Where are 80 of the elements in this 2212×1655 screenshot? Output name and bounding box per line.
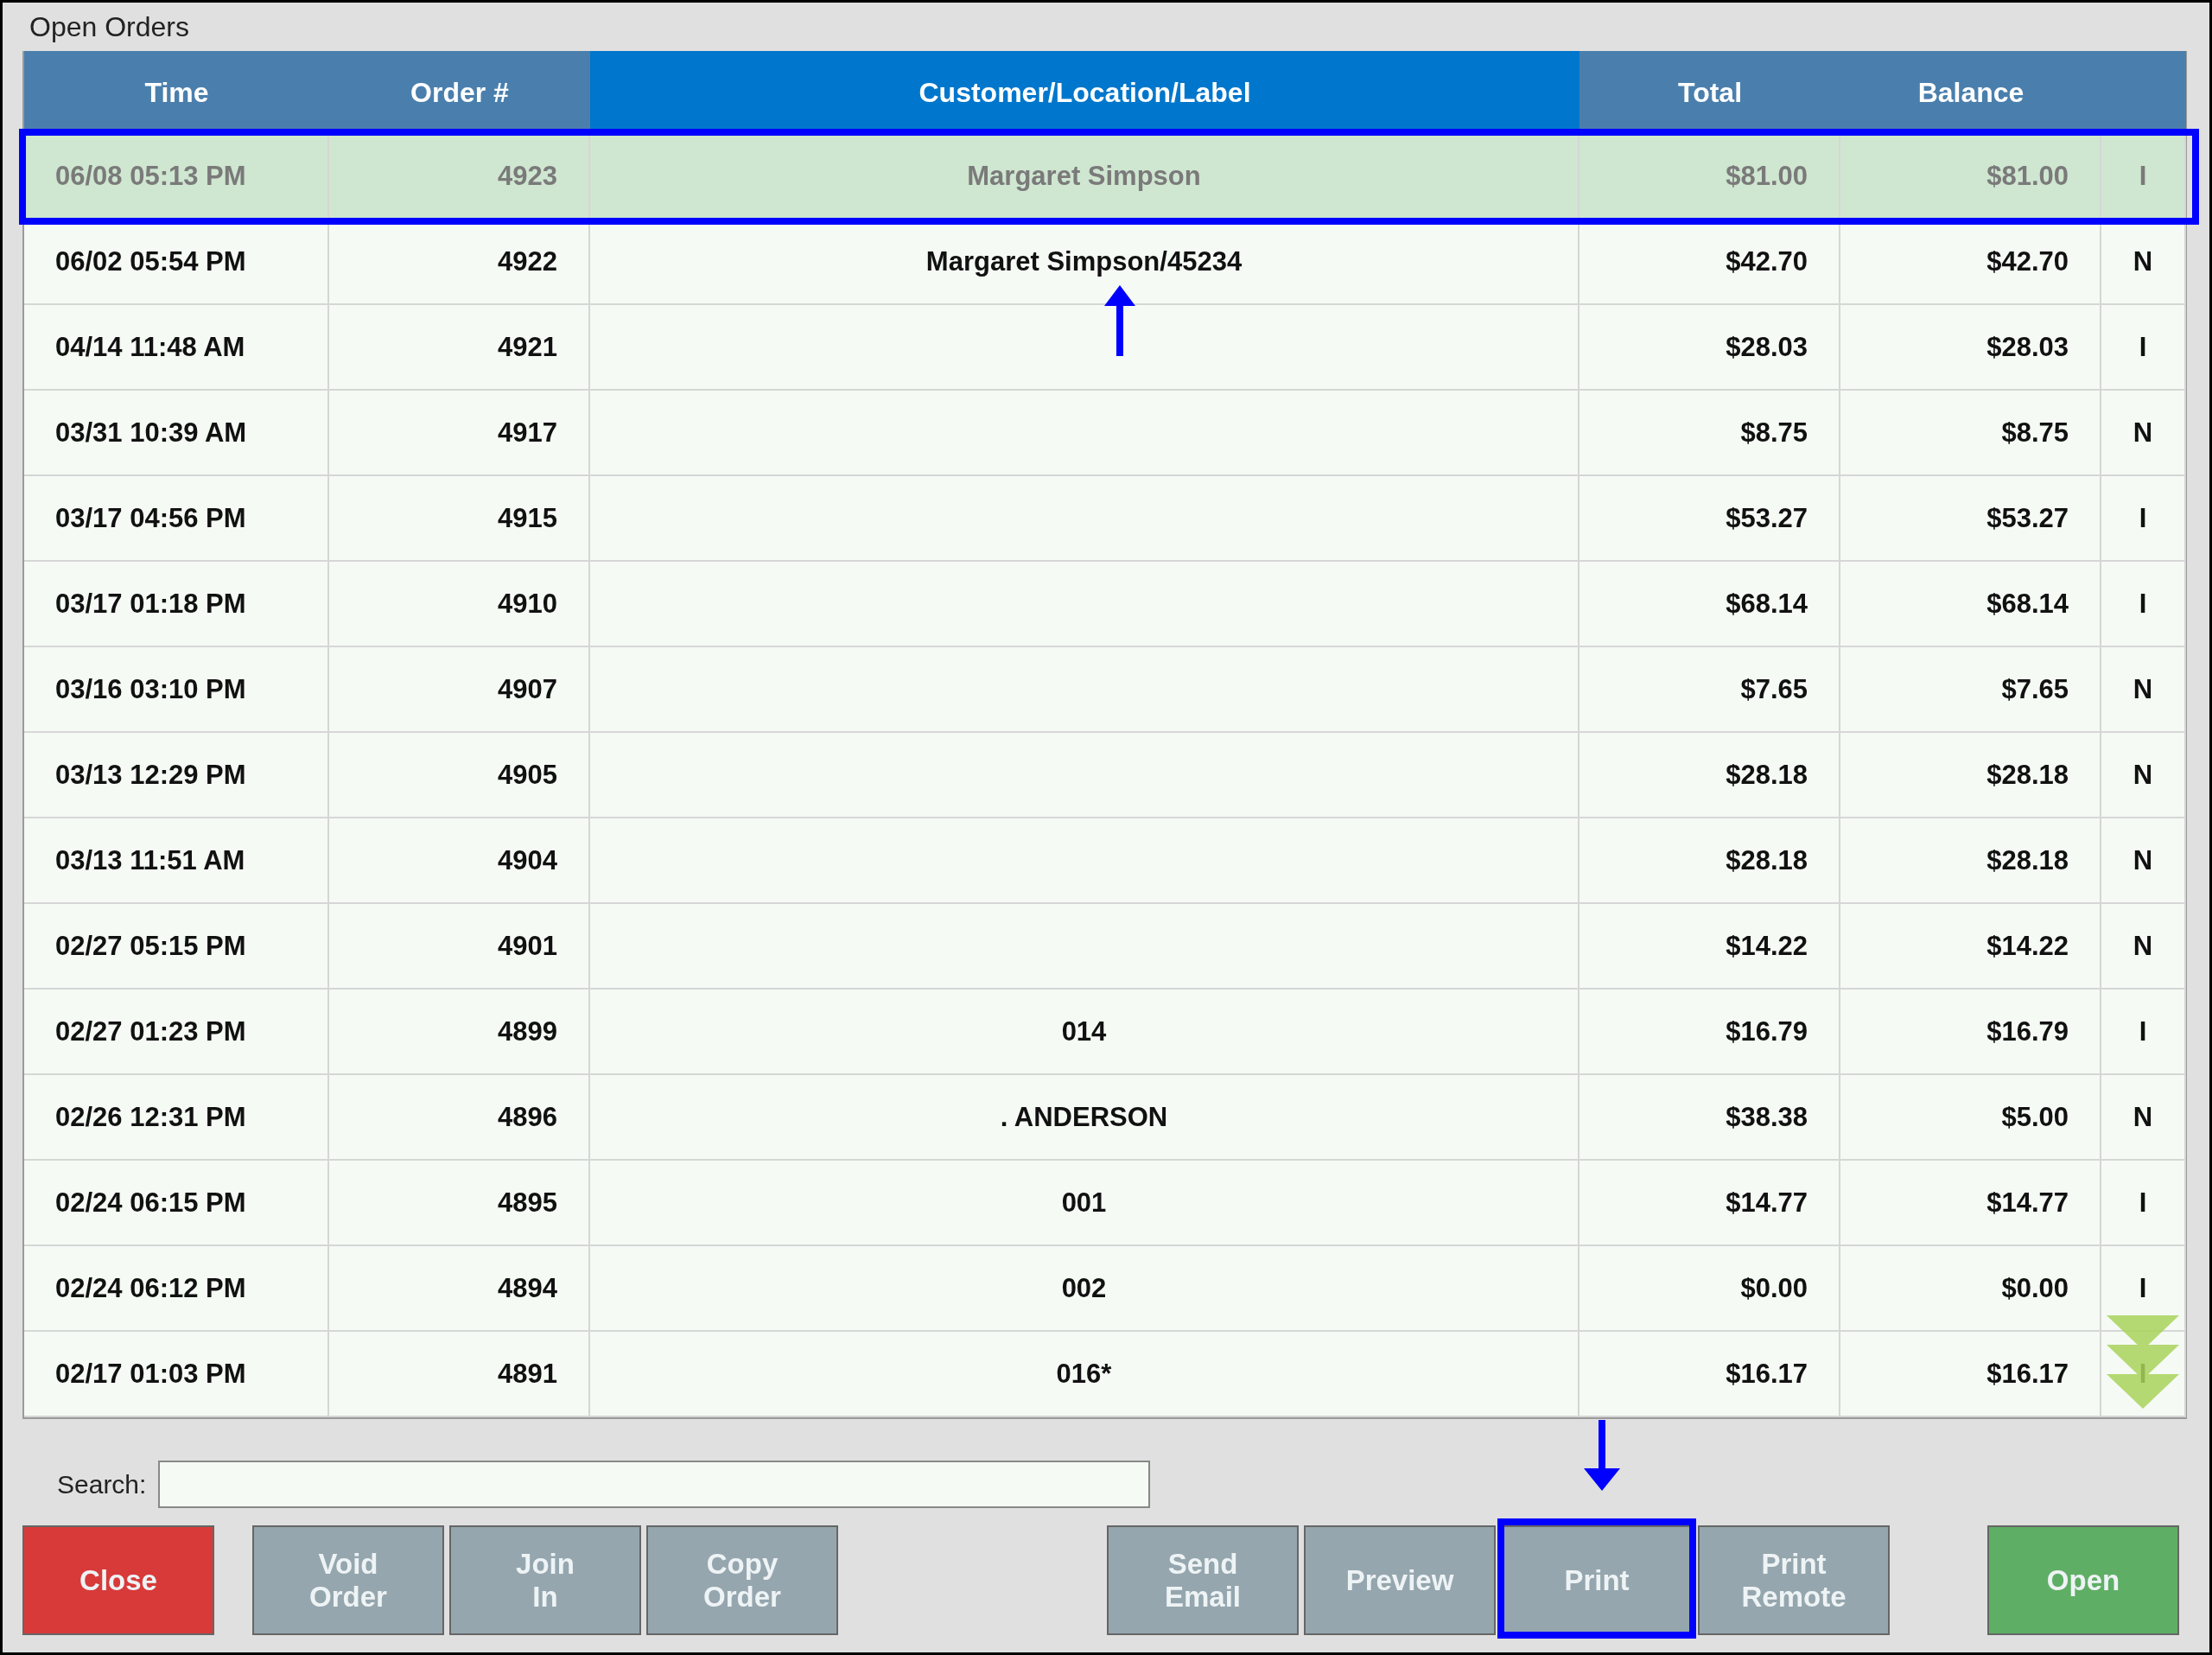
table-cell[interactable]: 4896 [329,1075,590,1161]
table-cell[interactable]: 04/14 11:48 AM [24,305,329,391]
table-cell[interactable]: 001 [590,1161,1580,1246]
table-cell[interactable]: $16.17 [1580,1332,1840,1417]
table-cell[interactable]: 4907 [329,647,590,733]
table-cell[interactable]: 002 [590,1246,1580,1332]
table-cell[interactable]: $28.18 [1580,818,1840,904]
table-cell[interactable]: 03/13 12:29 PM [24,733,329,818]
table-cell[interactable]: 4910 [329,562,590,647]
table-cell[interactable]: 4917 [329,391,590,476]
table-cell[interactable]: 02/17 01:03 PM [24,1332,329,1417]
table-cell[interactable]: N [2101,647,2186,733]
table-cell[interactable]: 02/27 01:23 PM [24,990,329,1075]
table-cell[interactable]: I [2101,476,2186,562]
table-cell[interactable]: $53.27 [1580,476,1840,562]
table-cell[interactable] [590,904,1580,990]
table-cell[interactable]: $14.77 [1580,1161,1840,1246]
table-cell[interactable]: 03/31 10:39 AM [24,391,329,476]
table-cell[interactable]: $68.14 [1580,562,1840,647]
table-cell[interactable]: N [2101,733,2186,818]
table-cell[interactable]: $14.22 [1580,904,1840,990]
table-cell[interactable]: $28.03 [1840,305,2101,391]
table-cell[interactable]: 03/16 03:10 PM [24,647,329,733]
close-button[interactable]: Close [22,1525,214,1635]
table-cell[interactable]: N [2101,391,2186,476]
table-cell[interactable]: $28.18 [1580,733,1840,818]
table-cell[interactable]: 014 [590,990,1580,1075]
table-cell[interactable]: 4891 [329,1332,590,1417]
table-cell[interactable]: 02/26 12:31 PM [24,1075,329,1161]
table-cell[interactable]: $8.75 [1580,391,1840,476]
table-cell[interactable]: $7.65 [1840,647,2101,733]
table-cell[interactable]: 4894 [329,1246,590,1332]
table-cell[interactable] [590,562,1580,647]
table-cell[interactable]: 4905 [329,733,590,818]
table-cell[interactable]: 03/17 01:18 PM [24,562,329,647]
table-cell[interactable]: 016* [590,1332,1580,1417]
table-cell[interactable] [590,305,1580,391]
table-cell[interactable]: $28.18 [1840,733,2101,818]
table-cell[interactable]: $14.77 [1840,1161,2101,1246]
table-cell[interactable]: 03/13 11:51 AM [24,818,329,904]
table-cell[interactable]: $28.03 [1580,305,1840,391]
table-cell[interactable]: 02/24 06:15 PM [24,1161,329,1246]
table-cell[interactable]: 4921 [329,305,590,391]
table-cell[interactable]: I [2101,562,2186,647]
table-cell[interactable]: 4904 [329,818,590,904]
table-cell[interactable]: $16.79 [1840,990,2101,1075]
table-cell[interactable]: 03/17 04:56 PM [24,476,329,562]
table-cell[interactable]: $14.22 [1840,904,2101,990]
search-field[interactable] [158,1461,1151,1508]
table-cell[interactable]: 02/27 05:15 PM [24,904,329,990]
table-cell[interactable]: N [2101,1075,2186,1161]
table-cell[interactable]: N [2101,904,2186,990]
table-cell[interactable]: N [2101,818,2186,904]
table-cell[interactable] [590,476,1580,562]
table-cell[interactable]: $53.27 [1840,476,2101,562]
table-cell[interactable]: I [2101,1161,2186,1246]
table-cell[interactable]: $0.00 [1840,1246,2101,1332]
window-title: Open Orders [29,10,189,43]
table-cell[interactable]: I [2101,990,2186,1075]
table-cell[interactable] [590,647,1580,733]
table-cell[interactable]: $7.65 [1580,647,1840,733]
table-cell[interactable]: I [2101,305,2186,391]
table-cell[interactable]: . ANDERSON [590,1075,1580,1161]
table-cell[interactable]: $68.14 [1840,562,2101,647]
search-label: Search: [57,1469,147,1499]
table-cell[interactable]: $16.79 [1580,990,1840,1075]
table-cell[interactable]: 02/24 06:12 PM [24,1246,329,1332]
table-cell[interactable]: 4899 [329,990,590,1075]
table-cell[interactable]: 4915 [329,476,590,562]
table-cell[interactable] [590,818,1580,904]
table-cell[interactable] [590,391,1580,476]
table-cell[interactable]: $0.00 [1580,1246,1840,1332]
table-cell[interactable]: $16.17 [1840,1332,2101,1417]
table-cell[interactable]: 4901 [329,904,590,990]
table-cell[interactable]: $28.18 [1840,818,2101,904]
table-cell[interactable]: $38.38 [1580,1075,1840,1161]
table-cell[interactable]: $5.00 [1840,1075,2101,1161]
table-cell[interactable]: $8.75 [1840,391,2101,476]
table-cell[interactable]: 4895 [329,1161,590,1246]
table-cell[interactable] [590,733,1580,818]
